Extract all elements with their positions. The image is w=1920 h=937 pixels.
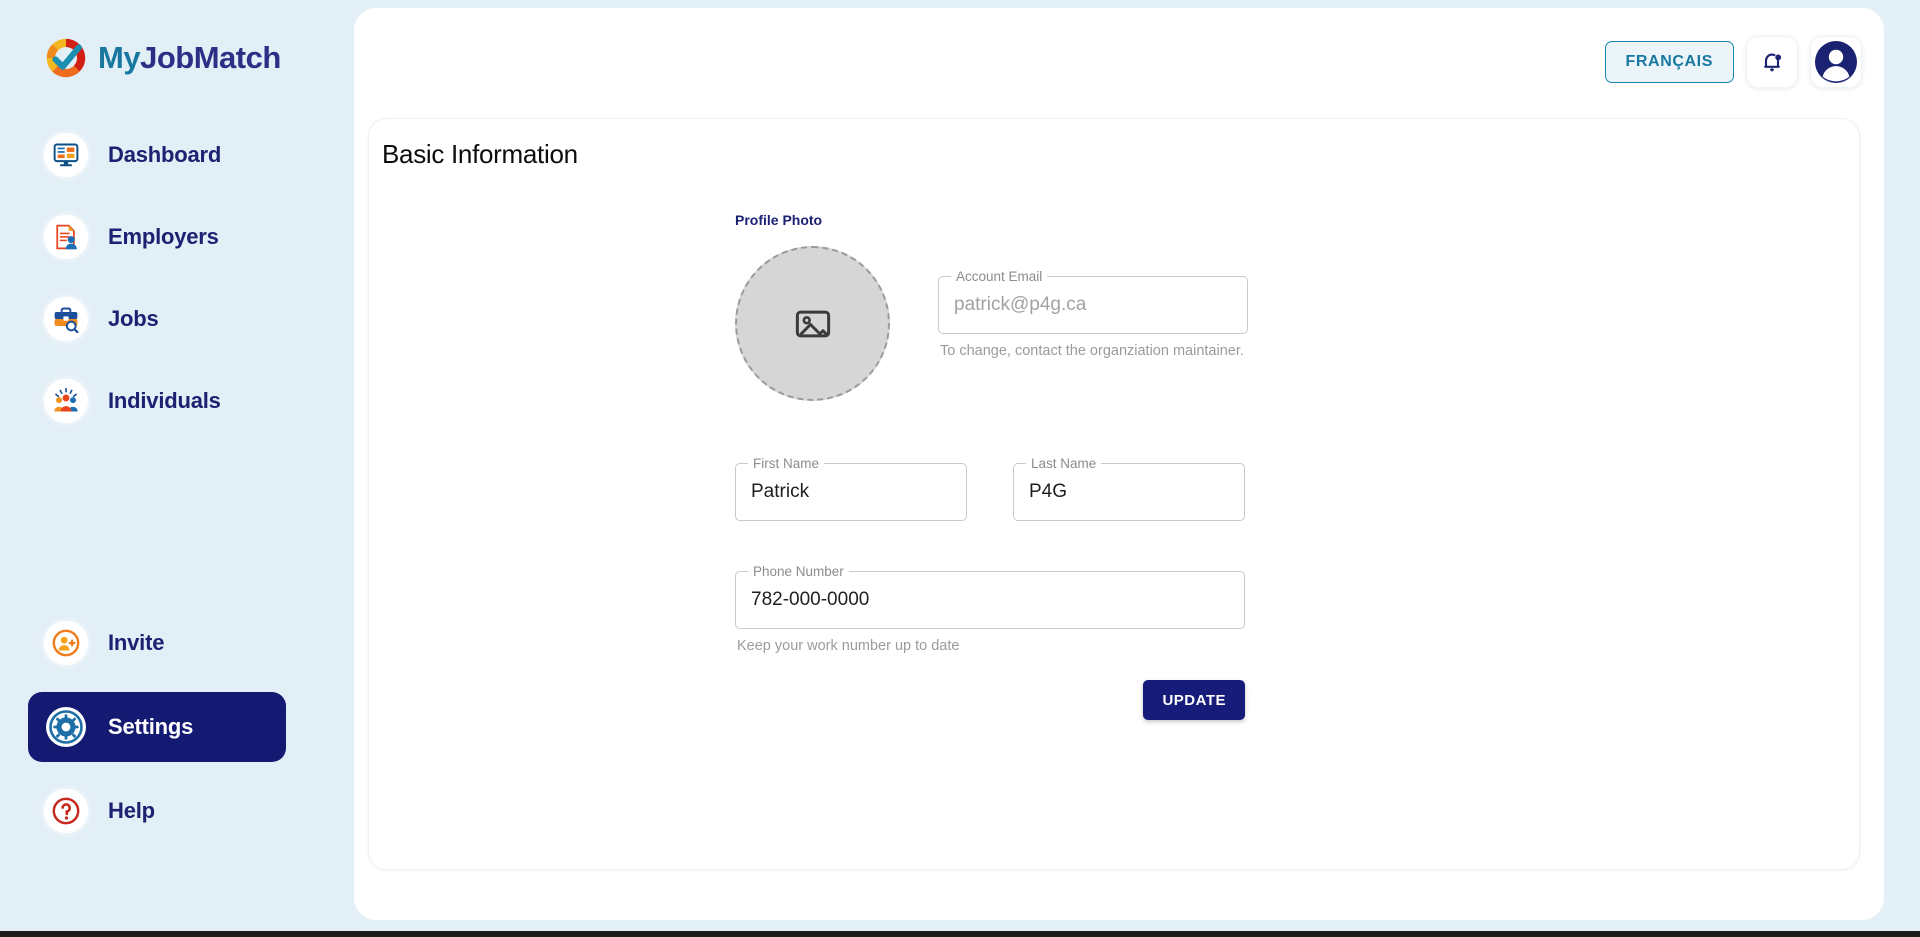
sidebar-item-dashboard[interactable]: Dashboard [28,122,332,188]
sidebar-item-individuals[interactable]: Individuals [28,368,332,434]
last-name-field[interactable]: Last Name [1013,456,1245,521]
sidebar: MyJobMatch Dashboard Employers Jobs Indi… [0,0,354,937]
people-group-icon [44,379,88,423]
basic-information-form: Profile Photo Account Email patrick@p4g.… [735,212,1365,720]
account-email-label: Account Email [951,269,1048,285]
question-mark-circle-icon [44,789,88,833]
account-email-field[interactable]: Account Email [938,269,1248,334]
user-avatar-button[interactable] [1810,36,1862,88]
main-content: FRANÇAIS Basic Information Profile Photo… [354,0,1920,937]
page-title: Basic Information [382,139,578,169]
brand-name-part2: JobMatch [140,40,281,75]
person-add-icon [44,621,88,665]
account-email-block: Account Email To change, contact the org… [938,269,1248,359]
first-name-field[interactable]: First Name [735,456,967,521]
app-root: MyJobMatch Dashboard Employers Jobs Indi… [0,0,1920,937]
sidebar-item-label: Settings [108,714,194,739]
notifications-button[interactable] [1746,36,1798,88]
brand-name: MyJobMatch [98,40,281,76]
basic-information-card: Basic Information Profile Photo Account … [368,118,1860,870]
briefcase-search-icon [44,297,88,341]
phone-number-field[interactable]: Phone Number [735,564,1245,629]
gear-icon [44,705,88,749]
sidebar-item-employers[interactable]: Employers [28,204,332,270]
first-name-label: First Name [748,456,825,472]
name-fields-row: First Name Last Name [735,456,1365,521]
phone-number-helper-text: Keep your work number up to date [737,638,960,654]
brand-logo[interactable]: MyJobMatch [0,0,354,80]
user-avatar-icon [1815,41,1857,83]
phone-number-input[interactable] [751,589,1229,611]
last-name-input[interactable] [1029,481,1229,503]
phone-number-block: Phone Number Keep your work number up to… [735,564,1245,654]
sidebar-item-label: Dashboard [108,142,222,167]
form-actions: UPDATE [735,680,1245,720]
notification-badge-dot [1775,54,1782,61]
language-toggle-button[interactable]: FRANÇAIS [1604,41,1734,83]
profile-photo-upload[interactable] [735,246,890,401]
update-button[interactable]: UPDATE [1143,680,1245,720]
photo-email-row: Account Email To change, contact the org… [735,246,1365,401]
sidebar-item-label: Invite [108,630,165,655]
sidebar-item-settings[interactable]: Settings [28,692,286,762]
monitor-dashboard-icon [44,133,88,177]
sidebar-item-label: Help [108,798,155,823]
first-name-input[interactable] [751,481,951,503]
last-name-label: Last Name [1026,456,1102,472]
image-placeholder-icon [795,310,830,337]
main-panel: FRANÇAIS Basic Information Profile Photo… [354,8,1884,920]
topbar: FRANÇAIS [1604,36,1862,88]
sidebar-item-label: Individuals [108,388,221,413]
window-bottom-strip [0,931,1920,937]
sidebar-item-jobs[interactable]: Jobs [28,286,332,352]
sidebar-item-invite[interactable]: Invite [28,610,332,676]
account-email-helper-text: To change, contact the organziation main… [940,343,1244,359]
bell-icon [1764,53,1782,72]
sidebar-item-label: Jobs [108,306,159,331]
phone-number-label: Phone Number [748,564,849,580]
checkmark-circle-logo-icon [46,38,86,78]
sidebar-item-help[interactable]: Help [28,778,332,844]
account-email-input[interactable] [954,294,1232,316]
document-person-icon [44,215,88,259]
sidebar-nav-bottom: Invite Settings Help [0,610,354,860]
sidebar-item-label: Employers [108,224,219,249]
sidebar-nav-main: Dashboard Employers Jobs Individuals [0,122,354,434]
profile-photo-label: Profile Photo [735,212,823,228]
brand-name-part1: My [98,40,141,75]
